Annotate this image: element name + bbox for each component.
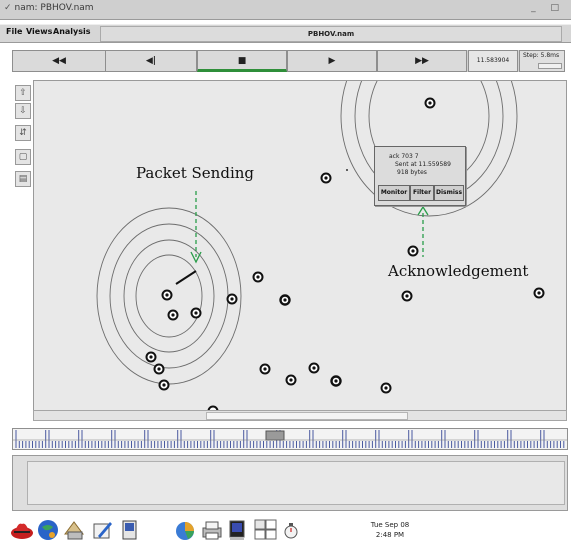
canvas-scrollbar[interactable]	[33, 410, 567, 421]
window-title: ✓ nam: PBHOV.nam	[4, 3, 94, 13]
file-name-display: PBHOV.nam	[100, 26, 562, 42]
title-bar: ✓ nam: PBHOV.nam _ □	[0, 0, 571, 20]
workspace-switcher-icon[interactable]	[254, 518, 278, 542]
zoom-in-icon[interactable]: ⇧	[15, 85, 31, 101]
tool-column: ⇧ ⇩ ⇵ ▢ ▤	[13, 83, 31, 193]
fast-forward-button[interactable]: ▶▶	[377, 50, 467, 72]
stop-button[interactable]: ■	[197, 50, 287, 72]
check-icon: ✓	[4, 3, 12, 13]
timeline-slider[interactable]	[265, 430, 285, 441]
clock-date: Tue Sep 08	[370, 521, 410, 529]
step-control[interactable]: Step: 5.8ms	[519, 50, 565, 72]
popup-line-2: Sent at 11.559589	[395, 161, 451, 168]
monitor-panel	[12, 455, 568, 511]
network-node	[190, 307, 202, 319]
network-node	[259, 363, 271, 375]
annotation-packet-sending: Packet Sending	[136, 164, 255, 182]
monitor-area	[27, 461, 565, 505]
popup-line-3: 918 bytes	[397, 169, 427, 176]
popup-line-1: ack 703 7	[389, 153, 419, 160]
terminal-icon[interactable]	[226, 518, 250, 542]
taskbar: Tue Sep 08 2:48 PM	[0, 512, 571, 550]
packet-info-popup: ack 703 7 Sent at 11.559589 918 bytes Mo…	[374, 146, 466, 206]
timeline[interactable]	[12, 428, 568, 450]
zoom-out-icon[interactable]: ⇩	[15, 103, 31, 119]
presentation-icon[interactable]	[118, 518, 142, 542]
network-node	[380, 382, 392, 394]
network-node	[252, 271, 264, 283]
window-title-text: nam: PBHOV.nam	[14, 3, 94, 13]
monitor-button[interactable]: Monitor	[378, 185, 410, 201]
network-node	[320, 172, 332, 184]
redhat-icon[interactable]	[10, 518, 34, 542]
network-canvas[interactable]	[33, 80, 567, 420]
network-node	[285, 374, 297, 386]
time-display: 11.583904	[468, 50, 518, 72]
clock[interactable]: Tue Sep 08 2:48 PM	[360, 520, 420, 540]
step-label: Step: 5.8ms	[523, 52, 560, 59]
network-node	[153, 363, 165, 375]
browser-icon[interactable]	[36, 518, 60, 542]
network-node	[158, 379, 170, 391]
network-node	[330, 375, 342, 387]
menu-views[interactable]: Views	[26, 27, 52, 36]
chart-app-icon[interactable]	[174, 518, 198, 542]
network-node	[407, 245, 419, 257]
file-name-text: PBHOV.nam	[307, 30, 355, 38]
menu-analysis[interactable]: Analysis	[53, 27, 91, 36]
printer-icon[interactable]	[200, 518, 224, 542]
packet-in-flight	[175, 270, 197, 285]
scrollbar-thumb[interactable]	[206, 412, 408, 420]
record-icon[interactable]: ▢	[15, 149, 31, 165]
writer-icon[interactable]	[90, 518, 114, 542]
network-node	[424, 97, 436, 109]
window-controls[interactable]: _ □	[531, 3, 565, 13]
rewind-button[interactable]: ◀◀	[12, 50, 106, 72]
layout-icon[interactable]: ▤	[15, 171, 31, 187]
clock-time: 2:48 PM	[375, 531, 405, 539]
step-slider[interactable]	[538, 63, 562, 69]
split-icon[interactable]: ⇵	[15, 125, 31, 141]
play-button[interactable]: ▶	[287, 50, 377, 72]
network-drawing	[96, 81, 545, 417]
network-node	[279, 294, 291, 306]
network-node	[533, 287, 545, 299]
network-node	[161, 289, 173, 301]
network-node	[401, 290, 413, 302]
playback-controls: ◀◀ ◀| ■ ▶ ▶▶ 11.583904 Step: 5.8ms	[12, 50, 565, 72]
menu-bar: File Views Analysis PBHOV.nam	[0, 24, 571, 43]
mail-icon[interactable]	[62, 518, 86, 542]
filter-button[interactable]: Filter	[410, 185, 434, 201]
network-node	[145, 351, 157, 363]
annotation-acknowledgement: Acknowledgement	[388, 262, 529, 280]
dismiss-button[interactable]: Dismiss	[434, 185, 464, 201]
packet-dot	[346, 169, 348, 171]
step-back-button[interactable]: ◀|	[105, 50, 197, 72]
network-node	[308, 362, 320, 374]
network-node	[226, 293, 238, 305]
menu-file[interactable]: File	[6, 27, 22, 36]
network-node	[167, 309, 179, 321]
timer-icon[interactable]	[282, 518, 300, 542]
timeline-ticks	[13, 430, 567, 448]
